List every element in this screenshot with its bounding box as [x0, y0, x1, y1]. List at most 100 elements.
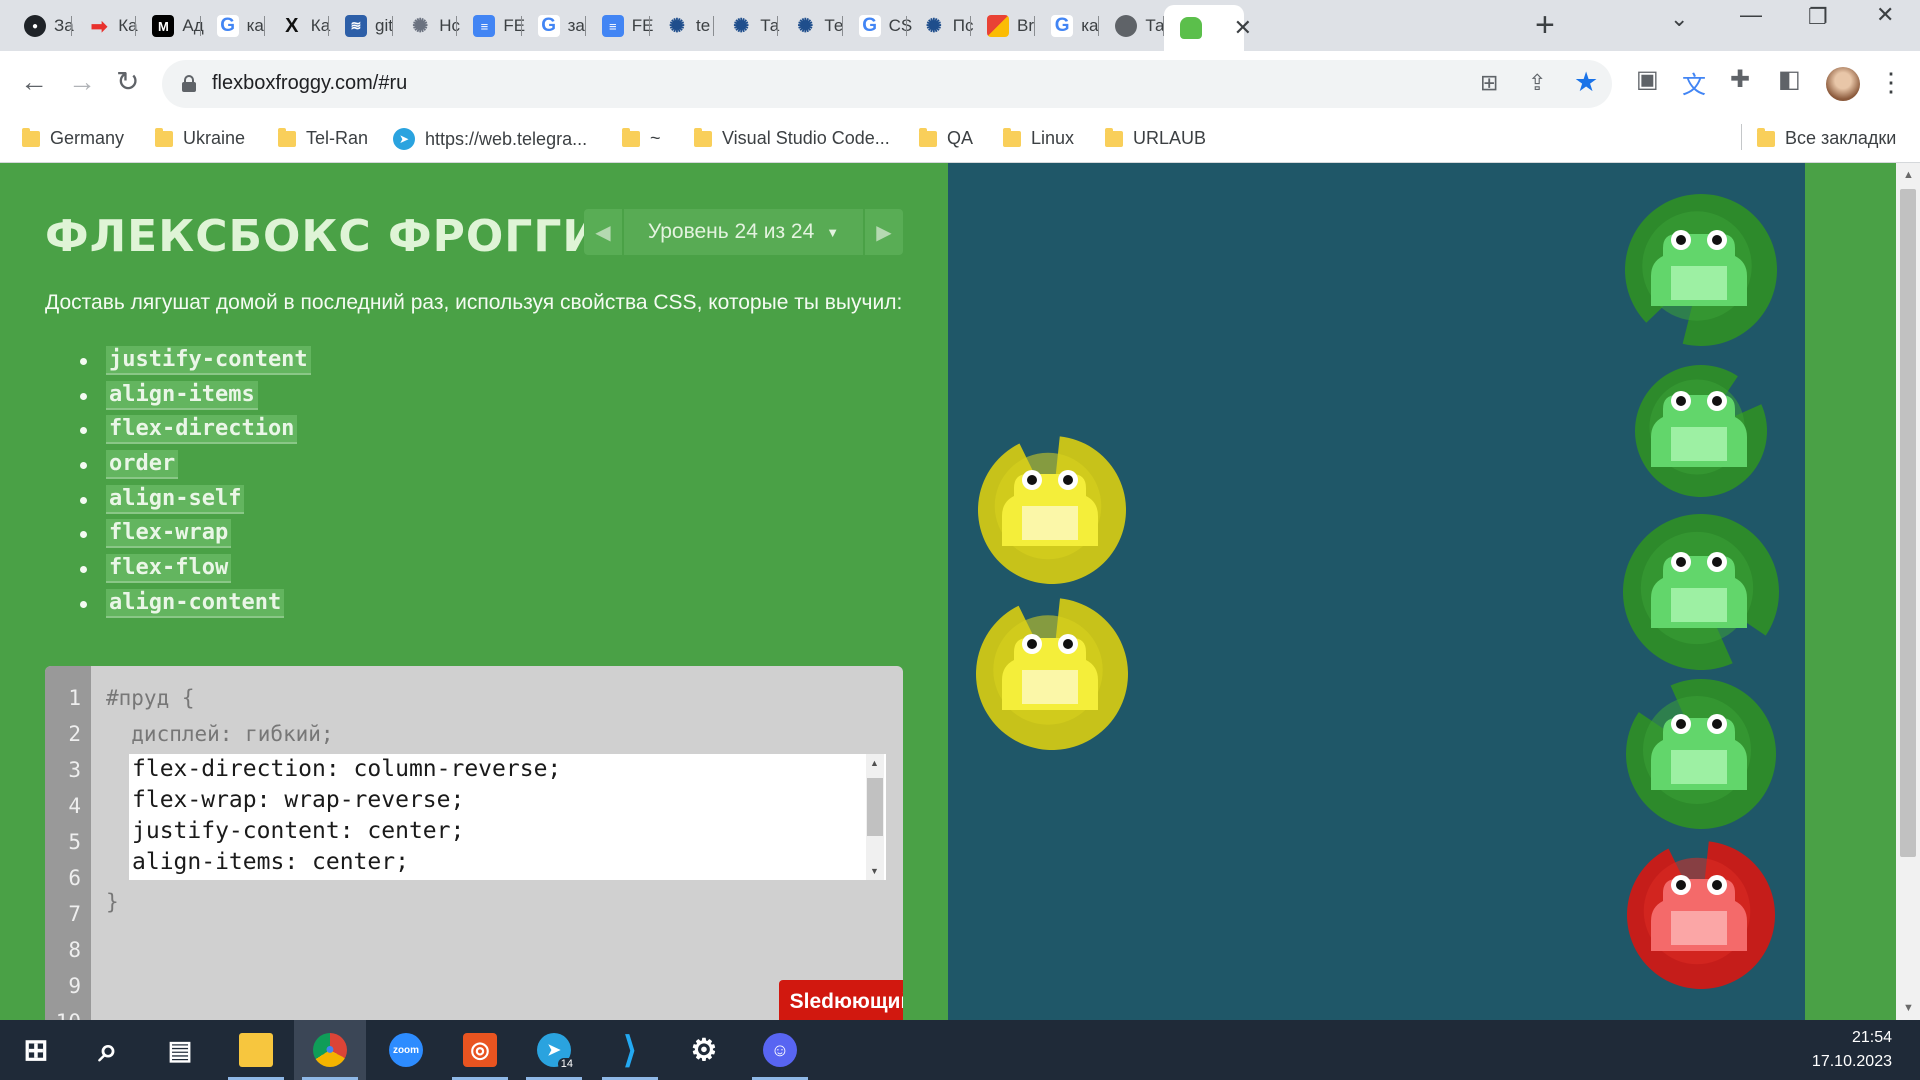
scroll-down-icon[interactable]: ▼ [870, 866, 879, 876]
tab-3[interactable]: Gка [201, 5, 265, 47]
page-scrollbar[interactable]: ▲ ▼ [1896, 163, 1920, 1020]
tab-18[interactable]: ✕ [1163, 5, 1252, 51]
back-button[interactable]: ← [20, 65, 48, 99]
next-level-arrow-button[interactable]: ▶ [865, 209, 903, 255]
level-navigator: ◀ Уровень 24 из 24 ▼ ▶ [584, 209, 903, 255]
taskbar-task-view[interactable]: ▤ [144, 1020, 216, 1080]
tab-13[interactable]: G CS [843, 5, 912, 47]
bookmark-star-icon[interactable]: ★ [1574, 67, 1598, 98]
side-panel-icon[interactable]: ◧ [1778, 65, 1801, 94]
tab-search-icon[interactable]: ⌄ [1670, 6, 1688, 32]
puzzle-icon[interactable]: ✚ [1730, 65, 1750, 94]
tab-1[interactable]: ➡ Ка [72, 5, 138, 47]
tab-9[interactable]: ≡ FE [586, 5, 654, 47]
tab-6[interactable]: ✺ Нс [393, 5, 460, 47]
code-input-line[interactable]: flex-direction: column-reverse; [132, 756, 561, 782]
bookmark-item[interactable]: URLAUB [1105, 127, 1206, 149]
level-indicator[interactable]: Уровень 24 из 24 ▼ [624, 209, 863, 255]
google-translate-icon[interactable]: 文 [1682, 65, 1706, 100]
code-input[interactable]: ▲ ▼ flex-direction: column-reverse; flex-… [129, 754, 886, 880]
bookmark-item[interactable]: Germany [22, 127, 124, 149]
minimize-button[interactable]: — [1740, 2, 1762, 28]
caret-down-icon: ▼ [826, 224, 840, 240]
tab-17[interactable]: Та [1099, 5, 1164, 47]
bookmark-item[interactable]: Visual Studio Code... [694, 127, 890, 149]
page-scroll-thumb[interactable] [1900, 189, 1916, 857]
property-tag[interactable]: align-content [106, 588, 285, 618]
reload-button[interactable]: ↻ [116, 65, 139, 99]
lock-icon[interactable] [182, 75, 196, 92]
tab-0[interactable]: ● За [8, 5, 74, 47]
property-tag[interactable]: flex-wrap [106, 519, 232, 549]
property-tag[interactable]: align-items [106, 380, 258, 410]
property-tag[interactable]: flex-flow [106, 553, 232, 583]
tab-5[interactable]: ≋ git [329, 5, 394, 47]
taskbar-ubuntu[interactable]: ◎ [444, 1020, 516, 1080]
tab-15[interactable]: Br [971, 5, 1036, 47]
extension-icon[interactable]: ▣ [1636, 65, 1659, 94]
menu-icon[interactable]: ⋮ [1878, 65, 1904, 99]
tab-strip: + ⌄ — ❐ ✕ ● За ➡ Ка M Ад Gка X Ка ≋ git ✺ Нс ≡ FE Gза ≡ F… [0, 0, 1920, 51]
level-label: Уровень 24 из 24 [647, 220, 815, 243]
tab-16[interactable]: Gка [1035, 5, 1100, 47]
taskbar-telegram[interactable]: ➤ 14 [518, 1020, 590, 1080]
code-input-line[interactable]: justify-content: center; [132, 818, 464, 844]
bookmark-item[interactable]: Linux [1003, 127, 1074, 149]
share-icon[interactable]: ⇪ [1528, 70, 1546, 96]
new-tab-button[interactable]: + [1535, 8, 1555, 42]
taskbar-settings[interactable]: ⚙ [668, 1020, 740, 1080]
property-tag[interactable]: order [106, 449, 179, 479]
bookmark-item[interactable]: Tel-Ran [278, 127, 368, 149]
taskbar-file-explorer[interactable] [220, 1020, 292, 1080]
pond-board [976, 193, 1779, 990]
clock-date: 17.10.2023 [1811, 1053, 1892, 1070]
avatar[interactable] [1826, 67, 1860, 101]
forward-button[interactable]: → [68, 65, 96, 99]
close-tab-icon[interactable]: ✕ [1234, 15, 1252, 41]
property-item: align-content [80, 586, 311, 621]
settings-icon: ⚙ [690, 1033, 718, 1067]
property-tag[interactable]: flex-direction [106, 415, 298, 445]
property-tag[interactable]: align-self [106, 484, 245, 514]
tab-7[interactable]: ≡ FE [457, 5, 525, 47]
close-window-button[interactable]: ✕ [1876, 2, 1894, 28]
tab-14[interactable]: ✺ Пс [907, 5, 974, 47]
telegram-icon: ➤ [393, 128, 415, 150]
taskbar-zoom[interactable]: zoom [370, 1020, 442, 1080]
bookmark-item[interactable]: ~ [622, 127, 661, 149]
all-bookmarks[interactable]: Все закладки [1757, 127, 1896, 149]
code-input-line[interactable]: flex-wrap: wrap-reverse; [132, 787, 464, 813]
taskbar-vscode[interactable]: ⟩ [594, 1020, 666, 1080]
tab-8[interactable]: Gза [522, 5, 586, 47]
scroll-down-icon[interactable]: ▼ [1903, 1002, 1914, 1014]
tab-2[interactable]: M Ад [136, 5, 204, 47]
scroll-thumb[interactable] [867, 778, 883, 836]
prev-level-button[interactable]: ◀ [584, 209, 622, 255]
bookmark-item[interactable]: Ukraine [155, 127, 245, 149]
property-tag[interactable]: justify-content [106, 345, 311, 375]
scroll-up-icon[interactable]: ▲ [870, 758, 879, 768]
tab-11[interactable]: ✺ Та [714, 5, 779, 47]
file-explorer-icon [239, 1033, 273, 1067]
stackoverflow-icon: ≋ [345, 15, 367, 37]
frog [1651, 230, 1747, 306]
taskbar-chrome[interactable]: ● [294, 1020, 366, 1080]
tab-10[interactable]: ✺ te [650, 5, 715, 47]
tab-4[interactable]: X Ка [265, 5, 330, 47]
scroll-up-icon[interactable]: ▲ [1903, 169, 1914, 181]
restore-button[interactable]: ❐ [1808, 4, 1828, 30]
url-text[interactable]: flexboxfroggy.com/#ru [212, 72, 407, 95]
textarea-scrollbar[interactable]: ▲ ▼ [866, 754, 884, 880]
taskbar-discord[interactable]: ☺ [744, 1020, 816, 1080]
tab-12[interactable]: ✺ Те [778, 5, 843, 47]
system-clock[interactable]: 21:54 17.10.2023 [1812, 1026, 1892, 1074]
translate-icon[interactable]: ⊞ [1480, 70, 1498, 96]
taskbar-search[interactable]: ⌕ [72, 1020, 144, 1080]
taskbar-windows-start[interactable]: ⊞ [0, 1020, 72, 1080]
bookmark-item[interactable]: ➤ https://web.telegra... [393, 128, 587, 150]
next-button[interactable]: Sledюющий [779, 980, 903, 1020]
bookmark-item[interactable]: QA [919, 127, 973, 149]
address-bar[interactable]: flexboxfroggy.com/#ru ⊞ ⇪ ★ [162, 60, 1612, 108]
line-number: 5 [68, 830, 81, 854]
code-input-line[interactable]: align-items: center; [132, 849, 409, 875]
